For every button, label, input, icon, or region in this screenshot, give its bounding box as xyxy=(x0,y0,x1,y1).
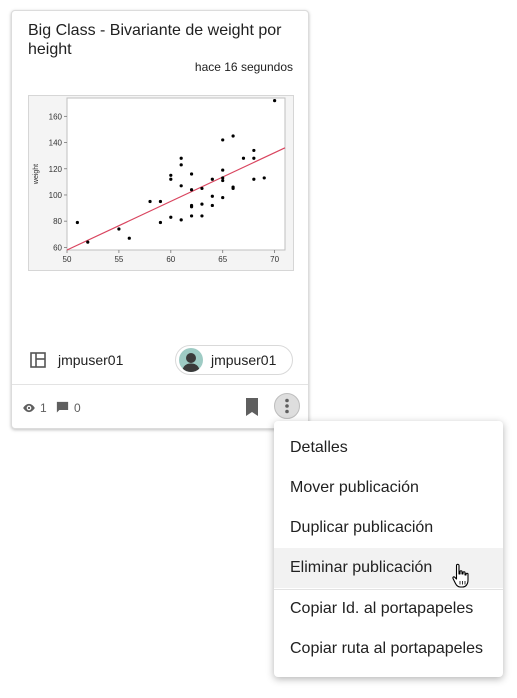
scatter-point xyxy=(189,203,194,208)
views-count: 1 xyxy=(40,401,47,415)
scatter-point xyxy=(179,163,183,167)
menu-item-copy-path[interactable]: Copiar ruta al portapapeles xyxy=(274,629,503,669)
scatter-point xyxy=(221,176,225,180)
scatter-point xyxy=(127,236,131,240)
post-title[interactable]: Big Class - Bivariante de weight por hei… xyxy=(28,21,298,59)
space-layout-icon xyxy=(30,352,46,368)
x-tick-label: 60 xyxy=(166,255,175,264)
scatter-point xyxy=(200,202,204,206)
scatter-point xyxy=(148,199,152,204)
scatter-point xyxy=(117,227,121,231)
card-divider xyxy=(12,384,308,385)
scatter-point xyxy=(252,177,256,181)
scatter-point xyxy=(252,148,256,153)
scatter-point xyxy=(200,186,204,191)
y-tick-label: 80 xyxy=(53,217,62,226)
scatter-point xyxy=(179,184,183,188)
post-timestamp: hace 16 segundos xyxy=(194,60,293,74)
y-tick-label: 160 xyxy=(49,112,63,121)
scatter-point xyxy=(189,214,194,218)
scatter-point xyxy=(231,134,235,138)
scatter-point xyxy=(231,185,235,189)
x-tick-label: 50 xyxy=(63,255,72,264)
scatter-point xyxy=(189,172,194,176)
post-meta: jmpuser01 jmpuser01 xyxy=(28,345,294,375)
scatter-point xyxy=(86,240,90,244)
space-name[interactable]: jmpuser01 xyxy=(58,352,123,368)
x-tick-label: 70 xyxy=(270,255,279,264)
menu-item-move[interactable]: Mover publicación xyxy=(274,468,503,508)
y-tick-label: 100 xyxy=(49,191,63,200)
avatar xyxy=(179,348,203,372)
scatter-point xyxy=(252,156,256,160)
scatter-point xyxy=(179,218,183,222)
y-tick-label: 120 xyxy=(49,165,63,174)
scatter-point xyxy=(210,177,214,181)
scatter-point xyxy=(200,214,204,218)
bookmark-icon[interactable] xyxy=(245,398,259,416)
scatter-point xyxy=(75,220,79,225)
post-thumbnail[interactable]: weight 50 55 60 65 70 60 80 100 120 140 160 xyxy=(28,95,294,271)
scatter-point xyxy=(210,194,214,198)
y-axis-label: weight xyxy=(33,164,40,185)
scatter-point xyxy=(210,203,214,208)
x-tick-label: 65 xyxy=(218,255,227,264)
hand-pointer-icon xyxy=(452,563,469,588)
scatter-point xyxy=(221,168,225,172)
menu-item-copy-id[interactable]: Copiar Id. al portapapeles xyxy=(274,589,503,629)
scatter-point xyxy=(169,173,173,177)
y-tick-label: 140 xyxy=(49,139,63,148)
scatter-point xyxy=(179,156,183,160)
more-vertical-icon xyxy=(285,398,289,414)
scatter-point xyxy=(158,220,163,225)
post-card[interactable]: Big Class - Bivariante de weight por hei… xyxy=(11,10,309,429)
context-menu: Detalles Mover publicación Duplicar publ… xyxy=(274,421,503,677)
scatter-point xyxy=(221,138,225,142)
menu-item-details[interactable]: Detalles xyxy=(274,428,503,468)
more-options-button[interactable] xyxy=(274,393,300,419)
menu-item-duplicate[interactable]: Duplicar publicación xyxy=(274,508,503,548)
owner-name: jmpuser01 xyxy=(211,352,277,368)
scatter-chart: weight 50 55 60 65 70 60 80 100 120 140 160 xyxy=(33,97,286,264)
scatter-point xyxy=(189,188,194,192)
y-tick-label: 60 xyxy=(53,243,62,252)
scatter-point xyxy=(221,195,225,200)
scatter-point xyxy=(262,176,266,180)
comment-icon xyxy=(56,401,69,413)
scatter-point xyxy=(158,199,163,204)
owner-chip[interactable]: jmpuser01 xyxy=(175,345,293,375)
scatter-point xyxy=(241,156,246,160)
x-tick-label: 55 xyxy=(114,255,123,264)
comments-count: 0 xyxy=(74,401,81,415)
scatter-point xyxy=(169,177,173,181)
scatter-point xyxy=(169,215,173,219)
eye-icon xyxy=(23,403,35,413)
scatter-point xyxy=(273,99,277,103)
plot-area xyxy=(66,97,286,251)
